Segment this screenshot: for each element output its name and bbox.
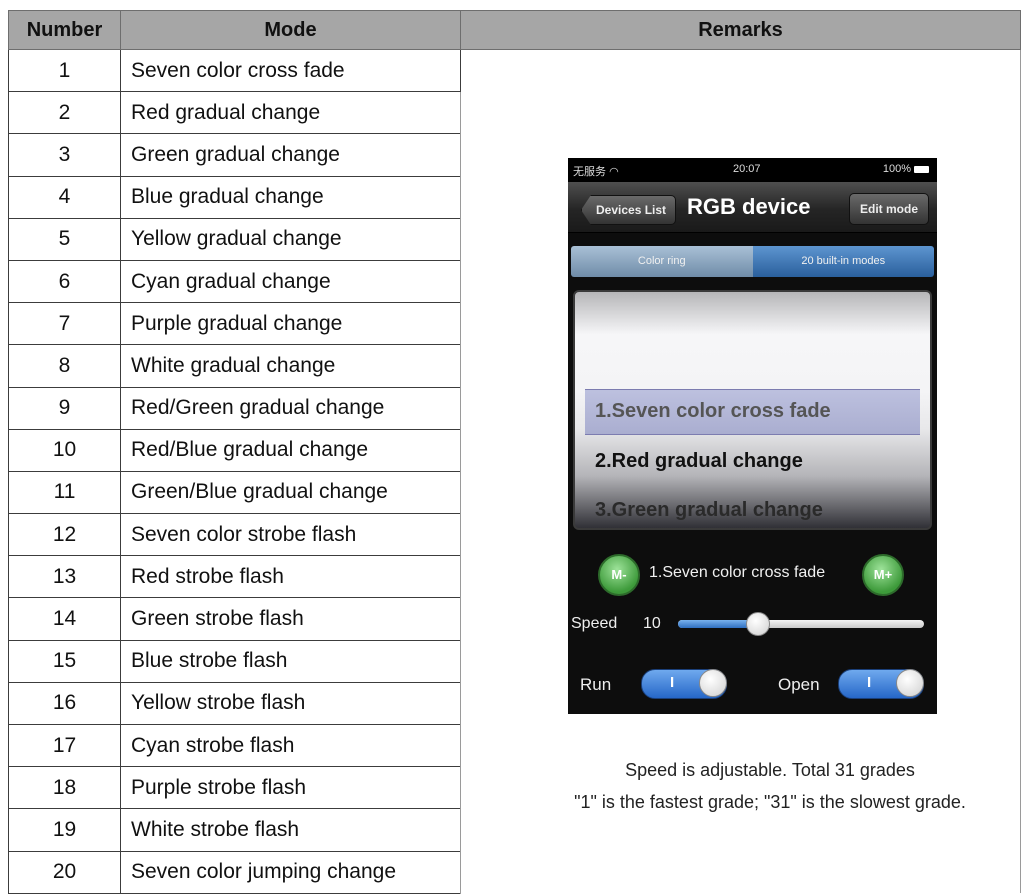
mode-name-cell: Purple strobe flash — [120, 766, 461, 810]
mode-name-cell: Purple gradual change — [120, 302, 461, 346]
mode-name-cell: White strobe flash — [120, 808, 461, 852]
toggle-knob — [699, 669, 727, 697]
battery-percent: 100% — [882, 163, 911, 175]
carrier-label: 无服务 — [573, 166, 606, 178]
mode-number-cell: 3 — [8, 133, 121, 177]
wifi-icon: ◠ — [609, 166, 619, 178]
mode-name-cell: Cyan strobe flash — [120, 723, 461, 768]
mode-name-cell: Blue strobe flash — [120, 639, 461, 683]
mode-name-cell: Seven color jumping change — [120, 850, 461, 894]
mode-name-cell: Seven color cross fade — [120, 48, 461, 93]
mode-number-cell: 5 — [8, 217, 121, 261]
mode-next-button[interactable]: M+ — [862, 554, 904, 596]
mode-number-cell: 11 — [8, 470, 121, 515]
devices-list-back-button[interactable]: Devices List — [581, 195, 677, 225]
mode-number-cell: 7 — [8, 302, 121, 346]
mode-number-cell: 10 — [8, 428, 121, 472]
mode-number-cell: 16 — [8, 681, 121, 726]
run-toggle[interactable]: I — [641, 669, 727, 699]
current-mode-label: 1.Seven color cross fade — [649, 564, 826, 581]
mode-number-cell: 1 — [8, 48, 121, 93]
speed-slider[interactable] — [678, 612, 924, 636]
mode-previous-button[interactable]: M- — [598, 554, 640, 596]
header-remarks: Remarks — [460, 10, 1021, 50]
mode-number-cell: 19 — [8, 808, 121, 852]
mode-number-cell: 17 — [8, 723, 121, 768]
mode-number-cell: 13 — [8, 555, 121, 599]
mode-name-cell: Green/Blue gradual change — [120, 470, 461, 515]
tab-color-ring[interactable]: Color ring — [571, 246, 753, 277]
mode-name-cell: Cyan gradual change — [120, 259, 461, 304]
toggle-knob — [896, 669, 924, 697]
mode-number-cell: 14 — [8, 597, 121, 641]
toggle-on-mark: I — [867, 674, 872, 691]
speed-slider-thumb[interactable] — [745, 612, 770, 636]
speed-value: 10 — [643, 615, 661, 632]
mode-name-cell: Green strobe flash — [120, 597, 461, 641]
mode-number-cell: 20 — [8, 850, 121, 894]
caption-grade-order: "1" is the fastest grade; "31" is the sl… — [574, 792, 966, 812]
status-time: 20:07 — [733, 163, 761, 175]
mode-number-cell: 15 — [8, 639, 121, 683]
mode-name-cell: Red/Green gradual change — [120, 386, 461, 430]
mode-name-cell: Yellow gradual change — [120, 217, 461, 261]
header-number: Number — [8, 10, 121, 50]
edit-mode-button[interactable]: Edit mode — [848, 193, 929, 225]
status-bar: 无服务 ◠ 20:07 100% — [568, 158, 937, 182]
carrier-text: 无服务 ◠ — [573, 163, 619, 179]
mode-name-cell: Red strobe flash — [120, 555, 461, 599]
mode-name-cell: Red/Blue gradual change — [120, 428, 461, 472]
phone-screenshot: 无服务 ◠ 20:07 100% Devices List RGB device… — [568, 158, 937, 714]
nav-title: RGB device — [687, 194, 811, 219]
mode-number-cell: 2 — [8, 91, 121, 135]
mode-number-cell: 4 — [8, 175, 121, 219]
mode-name-cell: White gradual change — [120, 344, 461, 388]
caption-speed-grades: Speed is adjustable. Total 31 grades — [625, 760, 915, 780]
mode-name-cell: Red gradual change — [120, 91, 461, 135]
table-row: 1 Seven color cross fade — [8, 48, 1021, 894]
mode-number-cell: 6 — [8, 259, 121, 304]
mode-segmented-control: Color ring 20 built-in modes — [571, 246, 934, 277]
picker-item[interactable]: 2.Red gradual change — [595, 450, 803, 473]
mode-name-cell: Blue gradual change — [120, 175, 461, 219]
toggle-on-mark: I — [670, 674, 675, 691]
mode-name-cell: Seven color strobe flash — [120, 513, 461, 557]
speed-label: Speed — [571, 615, 618, 632]
mode-number-cell: 18 — [8, 766, 121, 810]
open-label: Open — [778, 675, 820, 694]
battery-status: 100% — [883, 163, 929, 175]
mode-picker[interactable]: 1.Seven color cross fade 2.Red gradual c… — [573, 290, 932, 530]
mode-number-cell: 8 — [8, 344, 121, 388]
picker-item[interactable]: 3.Green gradual change — [595, 499, 823, 522]
mode-name-cell: Yellow strobe flash — [120, 681, 461, 726]
open-toggle[interactable]: I — [838, 669, 924, 699]
picker-item[interactable]: 1.Seven color cross fade — [595, 400, 831, 423]
nav-bar: Devices List RGB device Edit mode — [568, 182, 937, 233]
mode-number-cell: 12 — [8, 513, 121, 557]
header-mode: Mode — [120, 10, 461, 50]
table-header-row: Number Mode Remarks — [8, 10, 1021, 50]
run-label: Run — [580, 675, 612, 694]
mode-name-cell: Green gradual change — [120, 133, 461, 177]
battery-icon — [914, 165, 929, 173]
tab-built-in-modes[interactable]: 20 built-in modes — [752, 246, 934, 277]
speed-slider-fill — [678, 620, 757, 628]
mode-number-cell: 9 — [8, 386, 121, 430]
